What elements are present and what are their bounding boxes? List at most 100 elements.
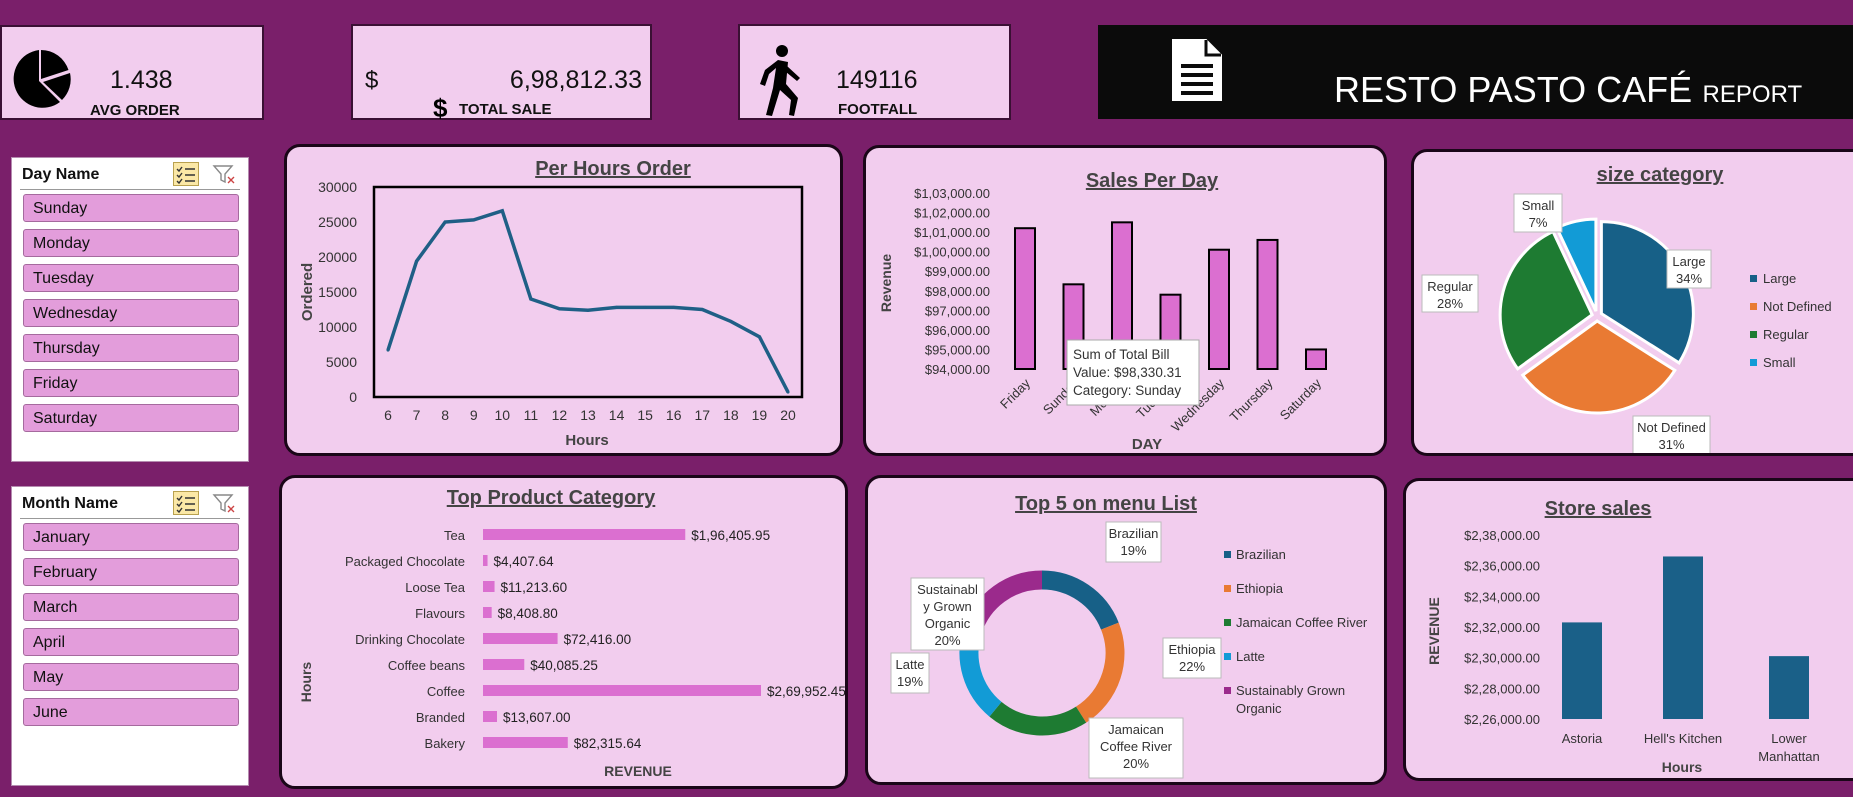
data-point-6 [386, 348, 390, 352]
data-point-10 [500, 209, 504, 213]
slicer-divider [20, 189, 240, 190]
banner-title: RESTO PASTO CAFÉ REPORT [1334, 69, 1802, 111]
y-tick-label: Bakery [425, 736, 466, 751]
data-label: $11,213.60 [501, 580, 568, 595]
legend-swatch [1750, 331, 1757, 338]
y-tick-label: $1,00,000.00 [914, 245, 990, 260]
slicer-item-wednesday[interactable]: Wednesday [23, 299, 239, 327]
data-point-8 [443, 220, 447, 224]
y-axis-title: REVENUE [1426, 597, 1442, 665]
x-axis-title: DAY [1132, 436, 1162, 453]
slicer-item-may[interactable]: May [23, 663, 239, 691]
document-icon [1172, 39, 1222, 101]
legend-swatch [1750, 275, 1757, 282]
x-tick-label: 17 [694, 407, 710, 423]
data-point-11 [529, 297, 533, 301]
legend-swatch [1750, 359, 1757, 366]
x-tick-label: Astoria [1562, 731, 1603, 746]
data-label-name: Regular [1427, 279, 1473, 294]
y-tick-label: 0 [349, 389, 357, 405]
data-label-value: 20% [934, 633, 960, 648]
slicer-item-april[interactable]: April [23, 628, 239, 656]
slicer-item-january[interactable]: January [23, 523, 239, 551]
x-tick-label: Thursday [1227, 375, 1276, 424]
slicer-item-friday[interactable]: Friday [23, 369, 239, 397]
bar-packaged-chocolate [483, 555, 488, 566]
slicer-item-june[interactable]: June [23, 698, 239, 726]
size-category-chart: size category Large 34% Not Defined 31% Regul… [1421, 164, 1832, 453]
legend-label: Not Defined [1763, 299, 1832, 314]
x-tick-label: 13 [580, 407, 596, 423]
data-point-14 [615, 305, 619, 309]
y-tick-label: Coffee [427, 684, 465, 699]
y-axis-title: Ordered [299, 263, 316, 321]
month-slicer-title: Month Name [22, 495, 118, 512]
store-sales-panel: Store sales $2,26,000.00 $2,28,000.00 $2,30… [1403, 478, 1853, 781]
y-tick-label: Flavours [415, 606, 465, 621]
dollar-icon: $ [433, 93, 448, 123]
bar-saturday [1305, 348, 1327, 370]
slicer-item-tuesday[interactable]: Tuesday [23, 264, 239, 292]
slicer-item-march[interactable]: March [23, 593, 239, 621]
y-tick-label: $96,000.00 [925, 323, 990, 338]
data-point-15 [643, 305, 647, 309]
y-tick-label: $98,000.00 [925, 284, 990, 299]
bar-hell-s-kitchen [1663, 556, 1703, 719]
data-label-name: Coffee River [1100, 739, 1173, 754]
clear-filter-icon[interactable] [211, 162, 237, 186]
data-label-name: Organic [925, 616, 971, 631]
legend-swatch [1224, 585, 1231, 592]
data-label-name: Latte [896, 657, 925, 672]
slicer-item-monday[interactable]: Monday [23, 229, 239, 257]
banner-title-main: RESTO PASTO CAFÉ [1334, 69, 1693, 110]
data-point-7 [415, 259, 419, 263]
plot-area [372, 185, 804, 399]
y-tick-label: $2,30,000.00 [1464, 651, 1540, 666]
bar-flavours [483, 607, 492, 618]
x-tick-label: 12 [552, 407, 568, 423]
data-label-name: Large [1672, 254, 1705, 269]
multi-select-icon[interactable] [173, 491, 199, 515]
x-tick-label: 11 [524, 407, 539, 423]
day-slicer-title: Day Name [22, 166, 100, 183]
segment-brazilian [1041, 570, 1119, 630]
bar-lower-manhattan [1769, 656, 1809, 719]
slicer-item-saturday[interactable]: Saturday [23, 404, 239, 432]
legend-swatch [1224, 551, 1231, 558]
x-tick-label: 8 [441, 407, 449, 423]
data-label: $72,416.00 [564, 632, 632, 647]
bar-thursday [1256, 238, 1279, 370]
x-tick-label: Manhattan [1758, 749, 1819, 764]
slicer-item-february[interactable]: February [23, 558, 239, 586]
data-label-value: 20% [1123, 756, 1149, 771]
x-axis-title: Hours [1662, 759, 1703, 775]
x-tick-label: 19 [752, 407, 768, 423]
slicer-divider [20, 518, 240, 519]
data-point-17 [700, 308, 704, 311]
data-label-name: Ethiopia [1169, 642, 1217, 657]
legend-label: Ethiopia [1236, 581, 1284, 596]
y-axis-title: Revenue [878, 254, 894, 313]
legend-label: Regular [1763, 327, 1809, 342]
top-product-category-chart: Top Product Category Tea $1,96,405.95 Packa… [298, 487, 845, 779]
sales-per-day-panel: Sales Per Day $94,000.00 $95,000.00 $96,000… [863, 145, 1387, 456]
multi-select-icon[interactable] [173, 162, 199, 186]
chart-title: Sales Per Day [1086, 170, 1219, 192]
day-name-slicer: Day Name Sunday Monday Tuesday Wednesday… [11, 157, 249, 462]
bar-coffee-beans [483, 659, 525, 670]
data-label-value: 19% [897, 674, 923, 689]
x-tick-label: 10 [494, 407, 510, 423]
footfall-label: FOOTFALL [838, 101, 918, 118]
slicer-item-sunday[interactable]: Sunday [23, 194, 239, 222]
per-hours-order-chart: Per Hours Order 0 5000 10000 15000 20000 25000… [299, 158, 804, 449]
data-label-value: 7% [1529, 215, 1548, 230]
clear-filter-icon[interactable] [211, 491, 237, 515]
bar-wednesday [1208, 248, 1230, 370]
legend-label: Large [1763, 271, 1796, 286]
data-label-value: 28% [1437, 296, 1463, 311]
data-point-20 [786, 390, 790, 394]
slicer-item-thursday[interactable]: Thursday [23, 334, 239, 362]
size-category-panel: size category Large 34% Not Defined 31% Regul… [1411, 149, 1853, 456]
x-tick-label: 6 [384, 407, 392, 423]
y-tick-label: 5000 [326, 354, 357, 370]
